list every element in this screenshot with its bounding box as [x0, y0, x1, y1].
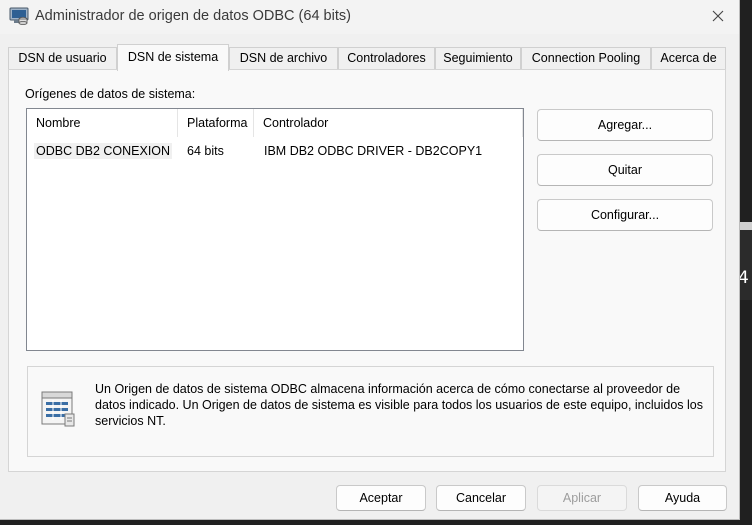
close-button[interactable] — [700, 2, 736, 32]
row-platform-cell: 64 bits — [187, 144, 224, 158]
title-bar: Administrador de origen de datos ODBC (6… — [0, 0, 739, 34]
configure-button[interactable]: Configurar... — [537, 199, 713, 231]
info-box: Un Origen de datos de sistema ODBC almac… — [27, 366, 714, 457]
background-window-fragment — [740, 222, 752, 300]
tab-system-dsn[interactable]: DSN de sistema — [117, 44, 229, 71]
info-text: Un Origen de datos de sistema ODBC almac… — [95, 382, 703, 428]
row-name-cell: ODBC DB2 CONEXION — [34, 143, 173, 159]
column-header-name[interactable]: Nombre — [27, 109, 178, 137]
odbc-admin-icon — [9, 7, 29, 25]
tab-drivers[interactable]: Controladores — [338, 47, 435, 69]
tab-connection-pooling[interactable]: Connection Pooling — [521, 47, 651, 69]
data-source-list[interactable]: Nombre Plataforma Controlador ODBC DB2 C… — [26, 108, 524, 351]
accept-button[interactable]: Aceptar — [336, 485, 426, 511]
cancel-button[interactable]: Cancelar — [436, 485, 526, 511]
row-driver-cell: IBM DB2 ODBC DRIVER - DB2COPY1 — [264, 144, 483, 158]
column-header-driver[interactable]: Controlador — [254, 109, 523, 137]
system-dsn-label: Orígenes de datos de sistema: — [25, 87, 196, 101]
window-title: Administrador de origen de datos ODBC (6… — [35, 8, 351, 24]
system-dsn-panel: Orígenes de datos de sistema: Nombre Pla… — [8, 69, 726, 472]
column-header-platform[interactable]: Plataforma — [178, 109, 254, 137]
remove-button[interactable]: Quitar — [537, 154, 713, 186]
data-source-icon — [39, 388, 77, 428]
help-button[interactable]: Ayuda — [638, 485, 727, 511]
tab-file-dsn[interactable]: DSN de archivo — [229, 47, 338, 69]
close-icon — [712, 10, 724, 25]
apply-button[interactable]: Aplicar — [537, 485, 627, 511]
tab-user-dsn[interactable]: DSN de usuario — [8, 47, 117, 69]
tab-about[interactable]: Acerca de — [651, 47, 726, 69]
tab-bar: DSN de usuario DSN de sistema DSN de arc… — [8, 44, 726, 71]
tab-tracing[interactable]: Seguimiento — [435, 47, 521, 69]
odbc-admin-dialog: Administrador de origen de datos ODBC (6… — [0, 0, 740, 520]
add-button[interactable]: Agregar... — [537, 109, 713, 141]
